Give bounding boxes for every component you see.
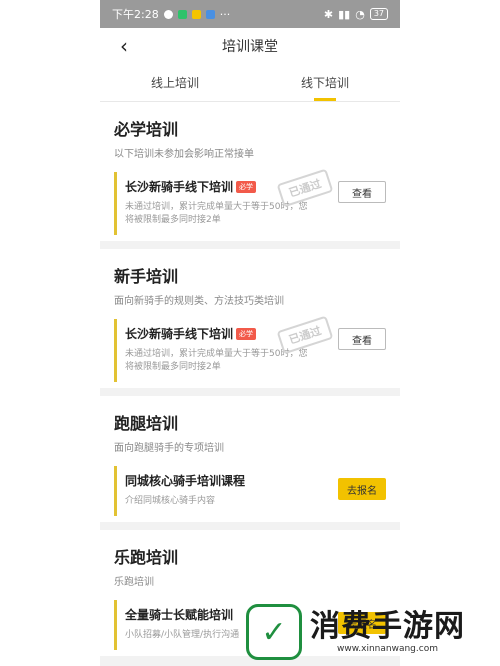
training-card[interactable]: 同城核心骑手培训课程 介绍同城核心骑手内容 去报名 bbox=[114, 466, 386, 516]
tab-bar: 线上培训 线下培训 bbox=[100, 64, 400, 102]
section-title: 新手培训 bbox=[114, 267, 179, 286]
card-description: 介绍同城核心骑手内容 bbox=[125, 496, 216, 506]
app-icon-2 bbox=[205, 9, 215, 19]
tab-online[interactable]: 线上培训 bbox=[100, 64, 250, 101]
back-arrow-icon[interactable]: ‹ bbox=[114, 34, 134, 58]
wifi-icon: ◔ bbox=[355, 7, 365, 21]
section-newbie: 新手培训 面向新骑手的规则类、方法技巧类培训 长沙新骑手线下培训 必学 未通过培… bbox=[100, 249, 400, 388]
card-title: 长沙新骑手线下培训 bbox=[125, 327, 234, 341]
section-required: 必学培训 以下培训未参加会影响正常接单 长沙新骑手线下培训 必学 未通过培训，累… bbox=[100, 102, 400, 241]
app-icon bbox=[191, 9, 201, 19]
watermark-logo-icon: ✓ bbox=[246, 604, 302, 660]
watermark-url: www.xinnanwang.com bbox=[337, 644, 438, 654]
signal-icon: ▮▮ bbox=[338, 7, 351, 21]
view-button[interactable]: 查看 bbox=[338, 181, 386, 203]
watermark-text: 消费手游网 bbox=[310, 609, 465, 644]
training-card[interactable]: 长沙新骑手线下培训 必学 未通过培训，累计完成单量大于等于50时，您将被限制最多… bbox=[114, 168, 386, 235]
card-title: 长沙新骑手线下培训 bbox=[125, 180, 234, 194]
status-bar: 下午2:28 ··· ✱ ▮▮ ◔ 37 bbox=[100, 0, 400, 28]
page-title: 培训课堂 bbox=[222, 39, 278, 55]
training-card[interactable]: 长沙新骑手线下培训 必学 未通过培训，累计完成单量大于等于50时，您将被限制最多… bbox=[114, 315, 386, 382]
phone-screen: 下午2:28 ··· ✱ ▮▮ ◔ 37 ‹ 培训课堂 线上培训 线下培训 必学… bbox=[100, 0, 400, 666]
nav-bar: ‹ 培训课堂 bbox=[100, 28, 400, 64]
section-subtitle: 面向新骑手的规则类、方法技巧类培训 bbox=[114, 296, 284, 307]
wechat-icon bbox=[177, 9, 187, 19]
section-subtitle: 乐跑培训 bbox=[114, 577, 154, 588]
content: 必学培训 以下培训未参加会影响正常接单 长沙新骑手线下培训 必学 未通过培训，累… bbox=[100, 102, 400, 656]
battery-icon: 37 bbox=[369, 8, 388, 20]
alarm-icon bbox=[163, 9, 173, 19]
section-subtitle: 面向跑腿骑手的专项培训 bbox=[114, 443, 224, 454]
status-time: 下午2:28 bbox=[112, 8, 159, 21]
card-title: 同城核心骑手培训课程 bbox=[125, 474, 246, 488]
apply-button[interactable]: 去报名 bbox=[338, 478, 386, 500]
section-errand: 跑腿培训 面向跑腿骑手的专项培训 同城核心骑手培训课程 介绍同城核心骑手内容 去… bbox=[100, 396, 400, 522]
section-subtitle: 以下培训未参加会影响正常接单 bbox=[114, 149, 254, 160]
view-button[interactable]: 查看 bbox=[338, 328, 386, 350]
bluetooth-icon: ✱ bbox=[323, 7, 334, 21]
required-badge: 必学 bbox=[236, 327, 257, 340]
more-dots-icon: ··· bbox=[219, 7, 231, 21]
tab-offline[interactable]: 线下培训 bbox=[250, 64, 400, 101]
required-badge: 必学 bbox=[236, 180, 257, 193]
section-title: 跑腿培训 bbox=[114, 414, 179, 433]
section-title: 必学培训 bbox=[114, 120, 179, 139]
section-title: 乐跑培训 bbox=[114, 548, 179, 567]
site-watermark: ✓ 消费手游网 www.xinnanwang.com bbox=[246, 598, 500, 666]
